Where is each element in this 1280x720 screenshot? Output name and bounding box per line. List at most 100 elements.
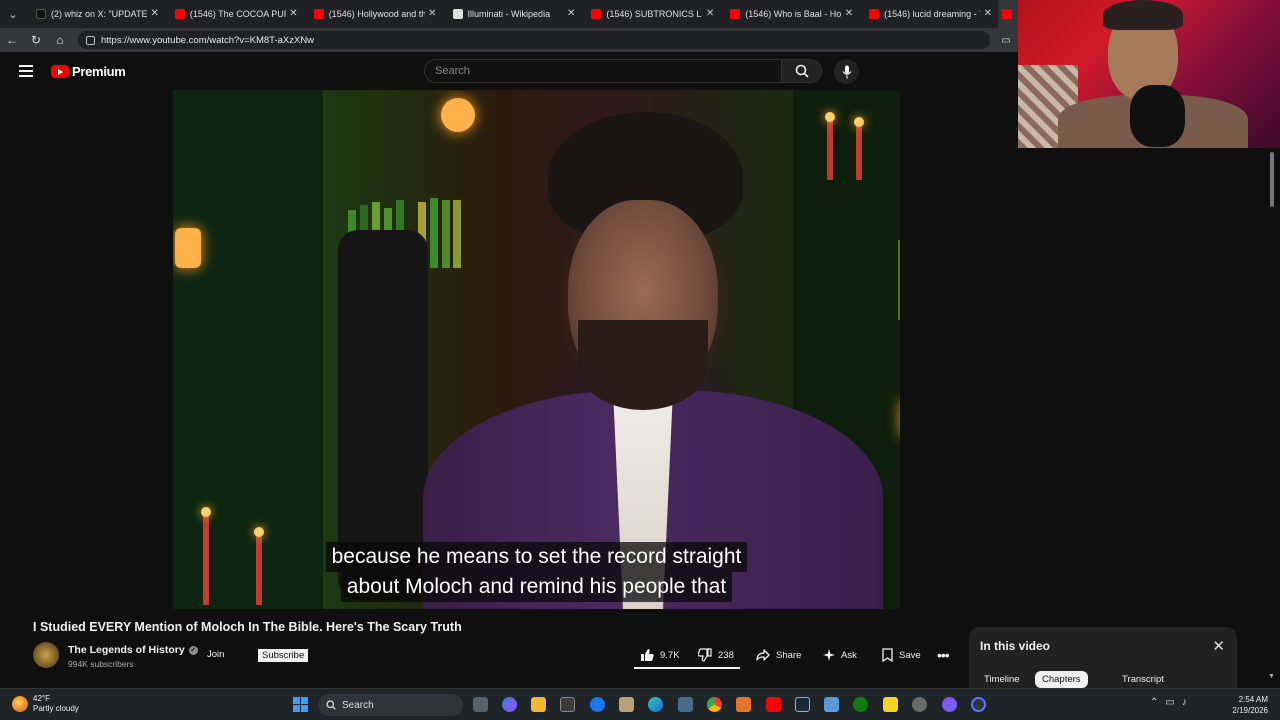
youtube-icon[interactable] (766, 697, 781, 712)
tab-close-icon[interactable]: ✕ (706, 8, 714, 19)
tab-close-icon[interactable]: ✕ (567, 8, 575, 19)
reload-icon[interactable]: ↻ (24, 28, 48, 52)
tab-label: (1546) Hollywood and the C (328, 9, 425, 19)
voice-search-button[interactable] (834, 59, 859, 84)
youtube-favicon-icon (174, 9, 185, 19)
share-button[interactable]: Share (756, 645, 801, 665)
vlc-icon[interactable] (736, 697, 751, 712)
subscribe-button[interactable]: Subscribe (258, 649, 309, 662)
taskbar-search-label: Search (342, 699, 374, 711)
candle (825, 112, 835, 180)
channel-name-link[interactable]: The Legends of History ✓ (68, 644, 198, 656)
xbox-icon[interactable] (853, 697, 868, 712)
like-ratio-bar (634, 667, 740, 669)
dislike-button[interactable]: 238 (698, 645, 734, 665)
youtube-masthead: Premium Search (0, 52, 1018, 90)
facebook-icon[interactable] (590, 697, 605, 712)
tab-list-chevron-icon[interactable]: ⌄ (0, 0, 26, 28)
video-title: I Studied EVERY Mention of Moloch In The… (33, 620, 462, 634)
close-icon[interactable]: ✕ (1212, 637, 1225, 655)
join-button[interactable]: Join (207, 649, 224, 660)
back-arrow-icon[interactable]: ← (0, 28, 24, 52)
store-icon[interactable] (560, 697, 575, 712)
search-icon (795, 64, 809, 78)
x-favicon-icon (35, 9, 46, 19)
edge-icon[interactable] (648, 697, 663, 712)
tab-close-icon[interactable]: ✕ (845, 8, 853, 19)
scroll-down-arrow-icon[interactable]: ▼ (1268, 673, 1275, 680)
video-captions: because he means to set the record strai… (173, 542, 900, 602)
browser-tab[interactable]: (2) whiz on X: "UPDATE: @k ✕ (26, 0, 165, 28)
panel-heading: In this video (980, 639, 1051, 653)
bookshelf-left (173, 90, 323, 609)
notes-icon[interactable] (883, 697, 898, 712)
steam-icon[interactable] (795, 697, 810, 712)
like-count: 9.7K (660, 649, 680, 661)
browser-tab[interactable]: Illuminati - Wikipedia ✕ (443, 0, 582, 28)
channel-name: The Legends of History (68, 644, 185, 656)
site-info-icon[interactable] (86, 35, 95, 45)
subscriber-count: 994K subscribers (68, 659, 134, 669)
in-this-video-panel: In this video ✕ Timeline Chapters Transc… (969, 627, 1237, 688)
youtube-play-logo-icon (51, 65, 69, 78)
like-button[interactable]: 9.7K (640, 645, 680, 665)
weather-widget[interactable]: 42°F Partly cloudy (12, 694, 79, 714)
task-view-icon[interactable] (473, 697, 488, 712)
chrome-icon[interactable] (707, 697, 722, 712)
copilot-icon[interactable] (502, 697, 517, 712)
chip-timeline[interactable]: Timeline (977, 671, 1027, 688)
calculator-icon[interactable] (678, 697, 693, 712)
system-tray: ⌃ ▭ ♪ (1150, 697, 1187, 708)
taskbar-search[interactable]: Search (318, 694, 463, 716)
ask-button[interactable]: Ask (823, 645, 857, 665)
chevron-up-icon[interactable]: ⌃ (1150, 697, 1158, 708)
partly-cloudy-icon (12, 696, 28, 712)
chip-chapters[interactable]: Chapters (1035, 671, 1088, 688)
search-input[interactable]: Search (424, 59, 781, 83)
file-explorer-icon[interactable] (531, 697, 546, 712)
split-view-icon[interactable]: ▭ (994, 28, 1018, 52)
settings-gear-icon[interactable] (912, 697, 927, 712)
channel-avatar[interactable] (33, 642, 59, 668)
book (430, 198, 438, 268)
browser-tab[interactable]: (1546) Who is Baal - How a ✕ (720, 0, 859, 28)
windows-start-icon[interactable] (293, 697, 308, 712)
tab-close-icon[interactable]: ✕ (289, 8, 297, 19)
browser-tab[interactable]: (1546) SUBTRONICS LIVE @ ✕ (581, 0, 720, 28)
chip-transcript[interactable]: Transcript (1115, 671, 1171, 688)
network-icon[interactable]: ▭ (1165, 697, 1174, 708)
tab-label: Illuminati - Wikipedia (467, 9, 551, 19)
save-label: Save (899, 649, 921, 661)
active-browser-tab[interactable] (997, 0, 1018, 28)
video-player[interactable]: because he means to set the record strai… (173, 90, 900, 609)
browser-tab[interactable]: (1546) lucid dreaming - You ✕ (859, 0, 998, 28)
brand-label: Premium (72, 64, 126, 79)
browser-tab[interactable]: (1546) Hollywood and the C ✕ (304, 0, 443, 28)
browser-tab-strip: ⌄ (2) whiz on X: "UPDATE: @k ✕ (1546) Th… (0, 0, 1018, 28)
tab-close-icon[interactable]: ✕ (984, 8, 992, 19)
menu-icon[interactable] (19, 65, 33, 77)
youtube-logo[interactable]: Premium (51, 64, 126, 79)
volume-icon[interactable]: ♪ (1182, 697, 1187, 708)
sidebar-area (1018, 148, 1280, 688)
taskbar-clock[interactable]: 2:54 AM 2/19/2026 (1222, 694, 1268, 716)
tab-label: (2) whiz on X: "UPDATE: @k (50, 9, 147, 19)
weather-condition: Partly cloudy (33, 704, 79, 713)
more-actions-icon[interactable]: ••• (937, 645, 950, 665)
discord-icon[interactable] (942, 697, 957, 712)
app-icon[interactable] (824, 697, 839, 712)
home-icon[interactable]: ⌂ (48, 28, 72, 52)
browser-tab[interactable]: (1546) The COCOA PUFFS C ✕ (165, 0, 304, 28)
url-field[interactable]: https://www.youtube.com/watch?v=KM8T-aXz… (78, 31, 990, 49)
page-scrollbar[interactable] (1268, 148, 1276, 688)
search-button[interactable] (781, 59, 822, 83)
amazon-icon[interactable] (619, 697, 634, 712)
book (453, 200, 461, 268)
tab-label: (1546) The COCOA PUFFS C (189, 9, 286, 19)
tab-close-icon[interactable]: ✕ (428, 8, 436, 19)
webcam-person-hat (1103, 0, 1183, 30)
obs-icon[interactable] (971, 697, 986, 712)
scrollbar-thumb[interactable] (1270, 152, 1274, 207)
tab-close-icon[interactable]: ✕ (150, 8, 158, 19)
save-button[interactable]: Save (882, 645, 921, 665)
